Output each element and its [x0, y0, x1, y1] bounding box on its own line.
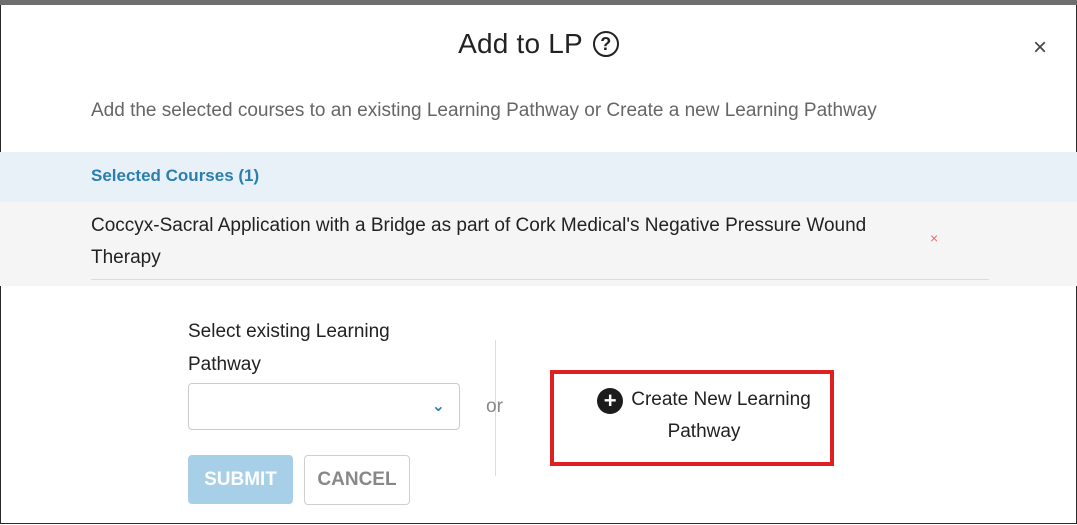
submit-button[interactable]: SUBMIT	[188, 455, 293, 504]
selected-courses-title: Selected Courses (1)	[91, 166, 260, 185]
create-new-pathway-label: Create New Learning Pathway	[631, 389, 811, 442]
dialog-title-text: Add to LP	[458, 28, 583, 59]
existing-pathway-label: Select existing Learning Pathway	[188, 321, 390, 375]
dialog-subtitle: Add the selected courses to an existing …	[91, 100, 877, 121]
dialog-title: Add to LP?	[0, 28, 1077, 60]
or-separator: or	[486, 396, 503, 417]
question-circle-icon[interactable]: ?	[592, 31, 619, 57]
selected-course-title: Coccyx-Sacral Application with a Bridge …	[91, 215, 867, 268]
selected-courses-header: Selected Courses (1)	[0, 152, 1077, 202]
row-divider	[91, 279, 989, 280]
existing-pathway-select[interactable]: ⌄	[188, 383, 460, 430]
cancel-button[interactable]: CANCEL	[304, 455, 410, 505]
close-icon[interactable]: ×	[1033, 34, 1047, 62]
plus-circle-icon: +	[597, 388, 624, 414]
chevron-down-icon: ⌄	[431, 398, 445, 415]
selected-course-row: Coccyx-Sacral Application with a Bridge …	[0, 202, 1077, 286]
create-new-pathway-button[interactable]: + Create New Learning Pathway	[584, 384, 824, 448]
remove-course-icon[interactable]: ×	[930, 230, 938, 246]
